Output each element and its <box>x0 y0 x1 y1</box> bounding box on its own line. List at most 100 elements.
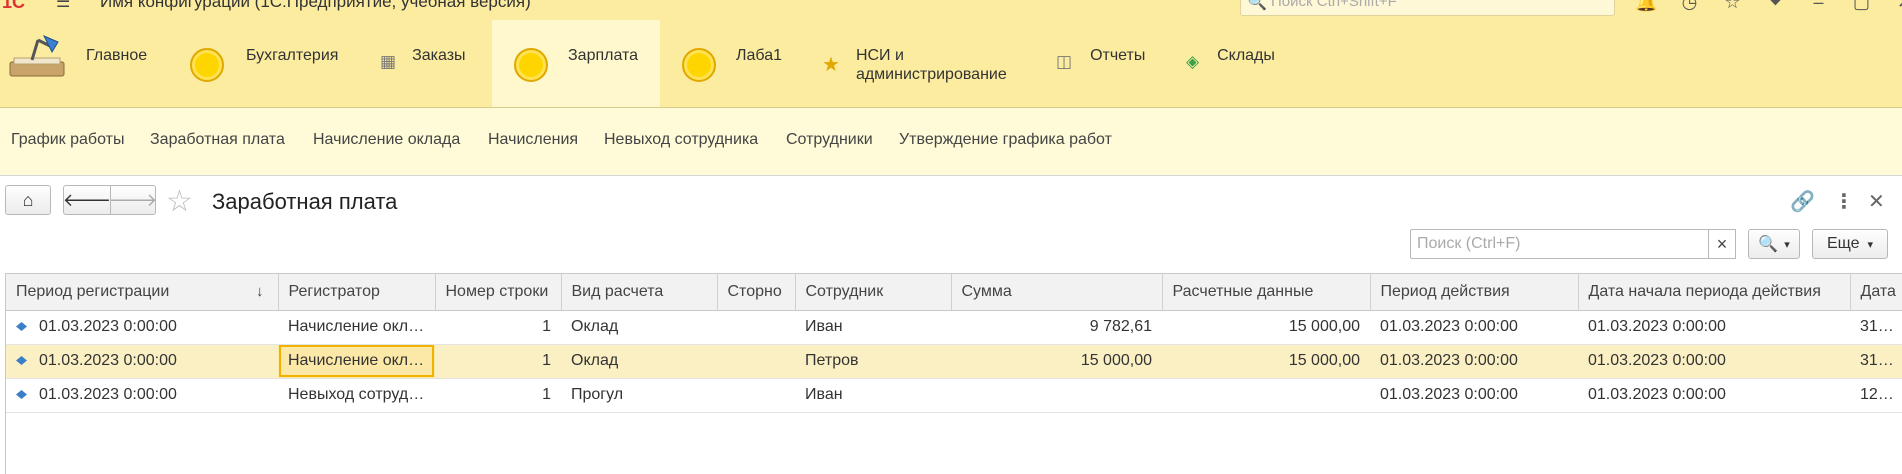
cell-storno <box>717 378 795 413</box>
cell-period: 01.03.2023 0:00:00 <box>6 310 278 345</box>
command-accruals[interactable]: Начисления <box>488 131 578 149</box>
column-header-end-date[interactable]: Дата <box>1850 274 1902 311</box>
section-salary[interactable]: Зарплата <box>492 20 660 107</box>
table-row[interactable]: 01.03.2023 0:00:00 Невыход сотрудника 00… <box>6 378 1902 413</box>
search-icon: 🔍 <box>1247 0 1267 11</box>
section-commands-bar: График работы Заработная плата Начислени… <box>0 108 1902 176</box>
cell-line-number: 1 <box>435 378 561 413</box>
more-options-icon[interactable]: ⋮ <box>1834 189 1854 214</box>
cell-storno <box>717 310 795 345</box>
funnel-icon[interactable]: ⏷ <box>1754 0 1797 13</box>
close-icon[interactable]: ✕ <box>1883 0 1902 13</box>
clear-search-button[interactable]: × <box>1708 229 1736 259</box>
column-header-line-number[interactable]: Номер строки <box>435 274 562 311</box>
column-header-calc-kind[interactable]: Вид расчета <box>561 274 718 311</box>
record-icon <box>16 322 27 332</box>
column-header-period[interactable]: Период регистрации ↓ <box>6 274 279 311</box>
command-salary[interactable]: Заработная плата <box>150 131 285 149</box>
cell-sum: 9 782,61 <box>951 310 1162 345</box>
section-label: Заказы <box>412 47 466 64</box>
chevron-down-icon: ▾ <box>1784 238 1790 251</box>
main-menu-icon[interactable]: ☰ <box>56 0 70 12</box>
section-warehouses[interactable]: ◈ Склады <box>1186 20 1306 107</box>
star-icon: ★ <box>822 54 840 76</box>
section-label: Главное <box>86 47 148 64</box>
page-title: Заработная плата <box>212 189 398 214</box>
sort-down-icon: ↓ <box>256 283 264 300</box>
close-form-icon[interactable]: ✕ <box>1868 189 1885 214</box>
record-icon <box>16 356 27 366</box>
chevron-down-icon: ▾ <box>1867 238 1874 251</box>
clear-icon: × <box>1716 233 1728 254</box>
cell-line-number: 1 <box>435 310 561 345</box>
cell-period: 01.03.2023 0:00:00 <box>6 378 278 413</box>
section-nsi-admin[interactable]: ★ НСИ и администрирование <box>822 20 1052 107</box>
cell-end-date: 31.03.2023 <box>1850 344 1902 379</box>
app-logo: 1С <box>2 0 26 12</box>
maximize-icon[interactable]: ▢ <box>1840 0 1883 13</box>
table-row[interactable]: 01.03.2023 0:00:00 Начисление оклада 000… <box>6 310 1902 345</box>
section-label: Зарплата <box>568 47 639 64</box>
command-employee-absence[interactable]: Невыход сотрудника <box>604 131 758 149</box>
column-header-storno[interactable]: Сторно <box>717 274 796 311</box>
section-label: Лаба1 <box>736 47 782 64</box>
cell-action-period: 01.03.2023 0:00:00 <box>1370 310 1578 345</box>
section-reports[interactable]: ◫ Отчеты <box>1056 20 1176 107</box>
cell-start-date: 01.03.2023 0:00:00 <box>1578 344 1850 379</box>
bell-icon[interactable]: 🔔 <box>1625 0 1668 13</box>
link-icon[interactable]: 🔗 <box>1790 189 1815 214</box>
global-search-input[interactable]: 🔍 Поиск Ctrl+Shift+F <box>1240 0 1615 16</box>
stack-icon: ◈ <box>1186 52 1200 71</box>
table-row-selected[interactable]: 01.03.2023 0:00:00 Начисление оклада 000… <box>6 344 1902 379</box>
cell-line-number: 1 <box>435 344 561 379</box>
star-icon[interactable]: ☆ <box>1711 0 1754 13</box>
more-label: Еще <box>1826 235 1860 252</box>
search-icon: 🔍 <box>1758 236 1779 253</box>
column-header-employee[interactable]: Сотрудник <box>795 274 952 311</box>
command-work-schedule[interactable]: График работы <box>11 131 124 149</box>
cell-registrar[interactable]: Невыход сотрудника 000000001 от 12.03.20… <box>278 378 435 413</box>
section-main[interactable]: Главное <box>0 20 150 107</box>
history-icon[interactable]: ◷ <box>1668 0 1711 13</box>
cell-action-period: 01.03.2023 0:00:00 <box>1370 344 1578 379</box>
section-accounting[interactable]: Бухгалтерия <box>190 20 380 107</box>
column-header-sum[interactable]: Сумма <box>951 274 1163 311</box>
section-orders[interactable]: ▦ Заказы <box>380 20 492 107</box>
forward-button[interactable]: 🡒 <box>109 185 157 215</box>
table-header-row: Период регистрации ↓ Регистратор Номер ст… <box>6 274 1902 311</box>
back-button[interactable]: 🡐 <box>63 185 111 215</box>
title-bar: 1С ☰ Имя конфигурации (1С:Предприятие, у… <box>0 0 1902 20</box>
title-bar-icons: 🔔 ◷ ☆ ⏷ – ▢ ✕ <box>1625 0 1902 13</box>
more-button[interactable]: Еще ▾ <box>1812 229 1888 259</box>
minimize-icon[interactable]: – <box>1797 0 1840 13</box>
cell-registrar-focused[interactable]: Начисление оклада 000000001 от 01.03.202… <box>278 344 435 379</box>
form-header: ⌂ 🡐 🡒 ☆ Заработная плата 🔗 ⋮ ✕ <box>0 180 1902 224</box>
command-schedule-approval[interactable]: Утверждение графика работ <box>899 131 1112 149</box>
command-salary-accrual[interactable]: Начисление оклада <box>313 131 460 149</box>
cell-calc-data: 15 000,00 <box>1162 344 1370 379</box>
global-search-placeholder: Поиск Ctrl+Shift+F <box>1271 0 1397 10</box>
cell-end-date: 31.03.2023 <box>1850 310 1902 345</box>
cell-storno <box>717 344 795 379</box>
search-input[interactable] <box>1410 229 1735 259</box>
cell-calc-kind: Оклад <box>561 310 717 345</box>
column-header-start-date[interactable]: Дата начала периода действия <box>1578 274 1851 311</box>
record-icon <box>16 390 27 400</box>
cell-action-period: 01.03.2023 0:00:00 <box>1370 378 1578 413</box>
home-icon: ⌂ <box>22 189 34 210</box>
home-button[interactable]: ⌂ <box>5 185 51 215</box>
column-header-action-period[interactable]: Период действия <box>1370 274 1579 311</box>
section-label: Бухгалтерия <box>246 47 339 64</box>
column-header-calc-data[interactable]: Расчетные данные <box>1162 274 1371 311</box>
column-header-registrar[interactable]: Регистратор <box>278 274 436 311</box>
cell-calc-kind: Прогул <box>561 378 717 413</box>
cell-registrar[interactable]: Начисление оклада 000000001 от 01.03.202… <box>278 310 435 345</box>
section-lab1[interactable]: Лаба1 <box>682 20 802 107</box>
favorite-star-icon[interactable]: ☆ <box>166 184 193 219</box>
command-employees[interactable]: Сотрудники <box>786 131 873 149</box>
yellow-circle-icon <box>514 48 548 82</box>
cell-calc-kind: Оклад <box>561 344 717 379</box>
table-icon: ▦ <box>380 52 397 71</box>
find-button[interactable]: 🔍 ▾ <box>1748 229 1800 259</box>
desk-lamp-icon <box>9 35 65 77</box>
